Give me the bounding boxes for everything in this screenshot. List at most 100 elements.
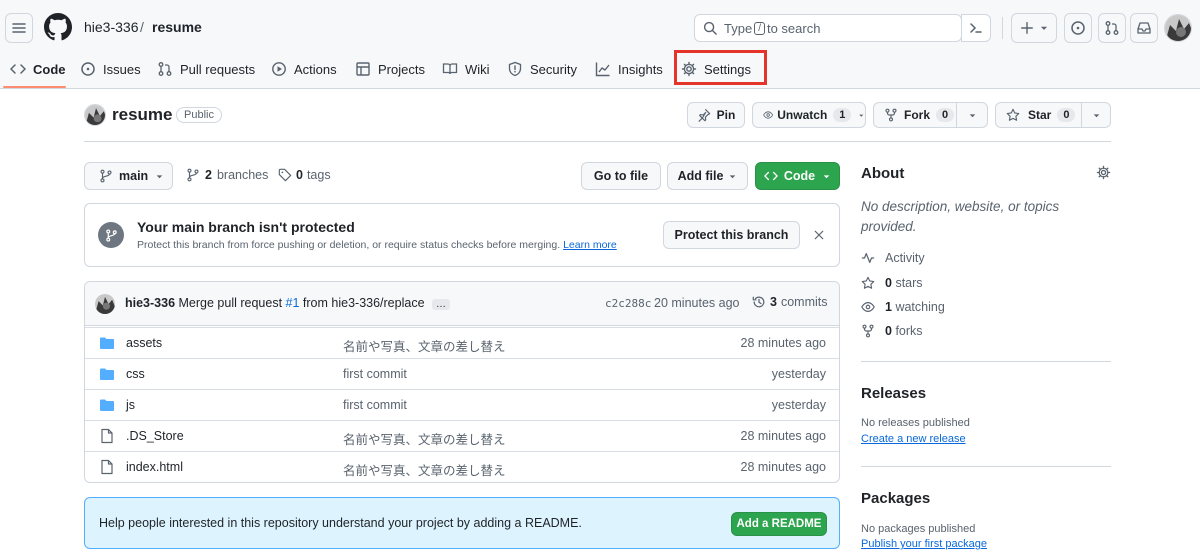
- releases-heading[interactable]: Releases: [861, 385, 926, 402]
- commit-sha[interactable]: c2c288c: [605, 297, 651, 310]
- add-readme-label: Add a README: [736, 518, 822, 530]
- gear-icon[interactable]: [1096, 165, 1111, 180]
- tag-icon: [278, 168, 292, 182]
- table-row[interactable]: js first commit yesterday: [85, 389, 839, 420]
- user-avatar[interactable]: [1164, 14, 1192, 42]
- go-to-file-button[interactable]: Go to file: [581, 162, 661, 190]
- menu-button[interactable]: [5, 13, 33, 43]
- inbox-button[interactable]: [1130, 13, 1158, 43]
- code-icon: [763, 171, 778, 181]
- pull-requests-button[interactable]: [1098, 13, 1126, 43]
- add-file-button[interactable]: Add file: [667, 162, 748, 190]
- branch-protect-badge: [98, 222, 124, 248]
- file-name[interactable]: js: [126, 398, 135, 412]
- readme-banner-text: Help people interested in this repositor…: [99, 516, 582, 530]
- file-commit-message[interactable]: first commit: [343, 367, 407, 381]
- file-name[interactable]: css: [126, 367, 145, 381]
- file-name[interactable]: assets: [126, 336, 162, 350]
- tab-pull-requests[interactable]: Pull requests: [157, 57, 255, 81]
- table-row[interactable]: css first commit yesterday: [85, 358, 839, 389]
- table-row[interactable]: assets 名前や写真、文章の差し替え 28 minutes ago: [85, 327, 839, 358]
- git-pull-request-icon: [158, 62, 172, 76]
- tab-code[interactable]: Code: [10, 57, 66, 81]
- file-name[interactable]: .DS_Store: [126, 429, 184, 443]
- issues-button[interactable]: [1064, 13, 1092, 43]
- commit-author-avatar[interactable]: [95, 294, 115, 314]
- latest-commit-bar: hie3-336 Merge pull request #1 from hie3…: [85, 282, 839, 326]
- issue-opened-icon: [1071, 21, 1085, 35]
- book-icon: [442, 63, 458, 75]
- plus-icon: [1020, 22, 1033, 34]
- tab-actions[interactable]: Actions: [271, 57, 337, 81]
- commit-message-prefix[interactable]: Merge pull request: [179, 296, 283, 310]
- table-row[interactable]: index.html 名前や写真、文章の差し替え 28 minutes ago: [85, 451, 839, 482]
- table-row[interactable]: .DS_Store 名前や写真、文章の差し替え 28 minutes ago: [85, 420, 839, 451]
- protect-branch-button[interactable]: Protect this branch: [663, 221, 800, 249]
- caret-down-icon: [823, 174, 830, 178]
- tab-security[interactable]: Security: [507, 57, 577, 81]
- tab-insights[interactable]: Insights: [595, 57, 663, 81]
- publish-package-link[interactable]: Publish your first package: [861, 538, 987, 550]
- fork-dropdown-button[interactable]: [956, 102, 988, 128]
- issue-opened-icon: [81, 62, 95, 76]
- repo-forked-icon: [885, 108, 897, 122]
- file-commit-message[interactable]: 名前や写真、文章の差し替え: [343, 460, 506, 479]
- tab-issues[interactable]: Issues: [80, 57, 141, 81]
- star-button[interactable]: Star 0: [995, 102, 1082, 128]
- file-commit-message[interactable]: first commit: [343, 398, 407, 412]
- star-count: 0: [1057, 108, 1076, 122]
- tab-label: Code: [33, 61, 66, 77]
- file-commit-message[interactable]: 名前や写真、文章の差し替え: [343, 429, 506, 448]
- close-icon[interactable]: [813, 229, 825, 241]
- repo-name-link[interactable]: resume: [152, 19, 202, 35]
- create-release-link[interactable]: Create a new release: [861, 433, 966, 445]
- unwatch-button[interactable]: Unwatch 1: [752, 102, 866, 128]
- tags-label: tags: [306, 168, 331, 182]
- add-readme-button[interactable]: Add a README: [731, 512, 827, 536]
- commit-author[interactable]: hie3-336: [125, 296, 175, 310]
- file-commit-message[interactable]: 名前や写真、文章の差し替え: [343, 336, 506, 355]
- tags-link[interactable]: 0 tags: [278, 168, 331, 182]
- code-download-button[interactable]: Code: [755, 162, 840, 190]
- pin-button[interactable]: Pin: [687, 102, 745, 128]
- file-icon: [101, 459, 113, 475]
- commits-history-link[interactable]: 3 commits: [752, 295, 827, 309]
- stars-link[interactable]: 0 stars: [861, 276, 923, 290]
- create-new-button[interactable]: [1011, 13, 1057, 43]
- folder-icon: [100, 368, 114, 380]
- fork-button[interactable]: Fork 0: [873, 102, 957, 128]
- star-dropdown-button[interactable]: [1081, 102, 1111, 128]
- forks-link[interactable]: 0 forks: [861, 324, 923, 338]
- sidebar-divider: [861, 361, 1111, 362]
- tab-label: Security: [530, 61, 577, 77]
- commit-message: hie3-336 Merge pull request #1 from hie3…: [125, 296, 451, 310]
- github-logo-icon[interactable]: [44, 13, 72, 41]
- tab-wiki[interactable]: Wiki: [442, 57, 490, 81]
- stars-label: stars: [895, 276, 923, 290]
- packages-heading[interactable]: Packages: [861, 490, 930, 507]
- tab-label: Wiki: [465, 61, 490, 77]
- watching-text: 1 watching: [885, 300, 945, 314]
- file-name[interactable]: index.html: [126, 460, 183, 474]
- command-palette-button[interactable]: [961, 14, 991, 42]
- watching-link[interactable]: 1 watching: [861, 300, 945, 314]
- branches-link[interactable]: 2 branches: [186, 168, 268, 182]
- repo-title[interactable]: resume: [112, 105, 172, 125]
- commits-count: 3: [770, 295, 777, 309]
- commit-pr-link[interactable]: #1: [286, 296, 300, 310]
- tab-projects[interactable]: Projects: [355, 57, 425, 81]
- file-browser: hie3-336 Merge pull request #1 from hie3…: [84, 281, 840, 483]
- search-input[interactable]: Type / to search: [694, 14, 962, 42]
- commit-expand-button[interactable]: …: [432, 299, 451, 310]
- learn-more-link[interactable]: Learn more: [563, 239, 617, 251]
- about-description: No description, website, or topics provi…: [861, 199, 1060, 234]
- tab-label: Insights: [618, 61, 663, 77]
- commits-label: commits: [780, 295, 828, 309]
- git-branch-icon: [105, 228, 117, 242]
- repo-owner-link[interactable]: hie3-336: [84, 19, 139, 35]
- readme-banner: Help people interested in this repositor…: [84, 497, 840, 549]
- activity-link[interactable]: Activity: [861, 251, 925, 265]
- commit-message-suffix[interactable]: from hie3-336/replace: [303, 296, 425, 310]
- branch-select-button[interactable]: main: [84, 162, 173, 190]
- tab-label: Pull requests: [180, 61, 256, 77]
